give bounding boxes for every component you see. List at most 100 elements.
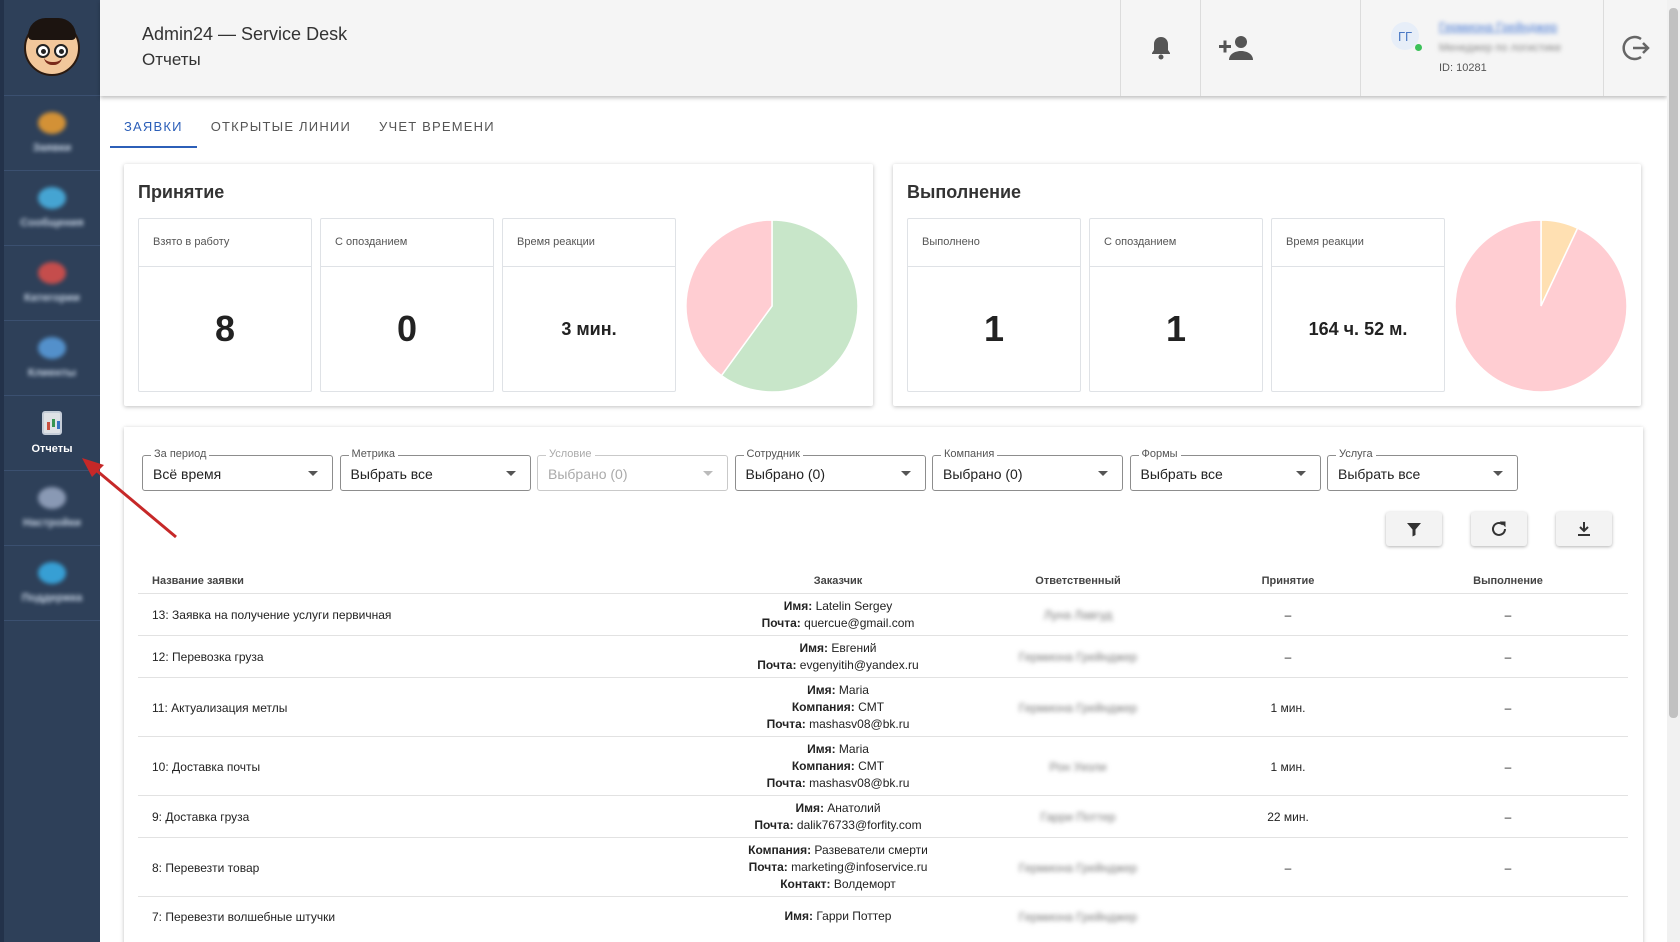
sidebar-item-label: Заявки bbox=[32, 142, 72, 154]
customer-field-key: Имя: bbox=[799, 641, 828, 655]
company-select[interactable]: Компания Выбрано (0) bbox=[932, 448, 1123, 491]
acceptance-time: – bbox=[1284, 650, 1292, 664]
customer-field-value: marketing@infoservice.ru bbox=[791, 860, 928, 874]
sidebar-item-support[interactable]: Поддержка bbox=[4, 546, 100, 621]
add-user-icon bbox=[1218, 36, 1253, 60]
col-header-customer[interactable]: Заказчик bbox=[668, 575, 1008, 587]
acceptance-time: – bbox=[1284, 860, 1292, 875]
user-profile[interactable]: ГГ Гермиона Грейнджер Менеджер по логист… bbox=[1360, 0, 1603, 96]
responsible-name: Гарри Поттер bbox=[1040, 810, 1116, 824]
caret-down-icon bbox=[505, 471, 516, 476]
tab-time-tracking[interactable]: УЧЕТ ВРЕМЕНИ bbox=[365, 112, 509, 148]
download-button[interactable] bbox=[1556, 512, 1612, 546]
tab-requests[interactable]: ЗАЯВКИ bbox=[110, 112, 197, 148]
app-logo[interactable] bbox=[4, 0, 100, 96]
scrollbar-thumb[interactable] bbox=[1669, 8, 1678, 718]
page-scrollbar[interactable] bbox=[1667, 0, 1680, 942]
stat-value: 164 ч. 52 м. bbox=[1308, 318, 1408, 339]
table-row[interactable]: 12: Перевозка груза Имя: Евгений Почта: ev… bbox=[138, 635, 1628, 677]
sidebar-item-label: Настройки bbox=[22, 517, 82, 529]
table-row[interactable]: 10: Доставка почты Имя: Maria Компания: CM… bbox=[138, 736, 1628, 795]
col-header-name[interactable]: Название заявки bbox=[152, 575, 244, 587]
stat-label: Время реакции bbox=[503, 219, 675, 267]
field-label: Метрика bbox=[348, 448, 399, 460]
responsible-name: Гермиона Грейнджер bbox=[1018, 650, 1138, 664]
stat-label: С опозданием bbox=[1090, 219, 1262, 267]
sidebar-item-category[interactable]: Категории bbox=[4, 246, 100, 321]
caret-down-icon bbox=[1098, 471, 1108, 476]
filter-button[interactable] bbox=[1386, 512, 1442, 546]
responsible-name: Луна Лавгуд bbox=[1043, 608, 1113, 622]
sidebar-item-label: Категории bbox=[24, 292, 80, 304]
col-header-acceptance[interactable]: Принятие bbox=[1238, 575, 1338, 587]
page-subtitle: Отчеты bbox=[142, 50, 201, 69]
table-row[interactable]: 13: Заявка на получение услуги первичная… bbox=[138, 593, 1628, 635]
bell-icon bbox=[1151, 37, 1170, 60]
online-status-dot bbox=[1415, 44, 1422, 51]
app-title: Admin24 — Service Desk bbox=[142, 24, 348, 44]
field-label: Формы bbox=[1138, 448, 1181, 460]
support-icon bbox=[38, 562, 66, 584]
field-value: Выбрать все bbox=[350, 466, 433, 482]
clients-icon bbox=[38, 337, 66, 359]
caret-down-icon bbox=[900, 471, 911, 476]
sidebar-item-label: Отчеты bbox=[31, 443, 73, 455]
request-name[interactable]: 13: Заявка на получение услуги первичная bbox=[152, 608, 391, 622]
tab-open-lines[interactable]: ОТКРЫТЫЕ ЛИНИИ bbox=[197, 112, 365, 148]
chat-icon bbox=[38, 187, 66, 209]
caret-down-icon bbox=[1493, 471, 1503, 476]
request-name[interactable]: 9: Доставка груза bbox=[152, 810, 249, 824]
forms-select[interactable]: Формы Выбрать все bbox=[1129, 448, 1321, 491]
service-select[interactable]: Услуга Выбрать все bbox=[1327, 448, 1518, 491]
stat-value: 1 bbox=[1165, 308, 1187, 349]
table-row[interactable]: 11: Актуализация метлы Имя: Maria Компания… bbox=[138, 677, 1628, 736]
field-label: Услуга bbox=[1336, 448, 1376, 460]
ticket-icon bbox=[38, 112, 66, 134]
logout-button[interactable] bbox=[1603, 0, 1667, 96]
customer-field-value: dalik76733@forfity.com bbox=[796, 818, 922, 832]
customer-field-value: CMT bbox=[858, 700, 885, 714]
sidebar-item-clients[interactable]: Клиенты bbox=[4, 321, 100, 396]
field-label: Компания bbox=[941, 448, 998, 460]
request-name[interactable]: 11: Актуализация метлы bbox=[152, 701, 287, 715]
customer-field-key: Имя: bbox=[807, 683, 836, 697]
sidebar-item-ticket[interactable]: Заявки bbox=[4, 96, 100, 171]
user-name-link[interactable]: Гермиона Грейнджер bbox=[1439, 20, 1557, 34]
field-value: Выбрано (0) bbox=[943, 466, 1023, 482]
col-header-responsible[interactable]: Ответственный bbox=[988, 575, 1168, 587]
table-row[interactable]: 9: Доставка груза Имя: Анатолий Почта: dal… bbox=[138, 795, 1628, 837]
acceptance-time: 1 мин. bbox=[1270, 759, 1306, 774]
request-name[interactable]: 10: Доставка почты bbox=[152, 760, 260, 774]
field-label: Условие bbox=[546, 448, 595, 460]
request-name[interactable]: 7: Перевезти волшебные штучки bbox=[152, 910, 335, 924]
customer-field-key: Почта: bbox=[754, 818, 794, 832]
request-name[interactable]: 12: Перевозка груза bbox=[152, 650, 264, 664]
metric-select[interactable]: Метрика Выбрать все bbox=[339, 448, 531, 491]
stat-late: С опозданием 0 bbox=[320, 218, 494, 392]
condition-select: Условие Выбрано (0) bbox=[537, 448, 728, 491]
col-header-execution[interactable]: Выполнение bbox=[1458, 575, 1558, 587]
customer-field-value: Волдеморт bbox=[833, 877, 896, 891]
stat-label: Взято в работу bbox=[139, 219, 311, 267]
stat-value: 3 мин. bbox=[561, 318, 617, 339]
customer-field-key: Имя: bbox=[795, 801, 824, 815]
acceptance-title: Принятие bbox=[138, 182, 225, 202]
acceptance-time: 1 мин. bbox=[1270, 700, 1306, 715]
customer-field-value: Latelin Sergey bbox=[815, 599, 893, 613]
employee-select[interactable]: Сотрудник Выбрано (0) bbox=[734, 448, 926, 491]
sidebar-item-chat[interactable]: Сообщения bbox=[4, 171, 100, 246]
request-name[interactable]: 8: Перевезти товар bbox=[152, 861, 259, 875]
sidebar-item-label: Клиенты bbox=[27, 367, 76, 379]
stat-label: Выполнено bbox=[908, 219, 1080, 267]
top-header: Admin24 — Service Desk Отчеты ГГ Гермион… bbox=[100, 0, 1667, 96]
table-row[interactable]: 8: Перевезти товар Компания: Развеватели … bbox=[138, 837, 1628, 896]
execution-time: – bbox=[1504, 700, 1512, 715]
notifications-button[interactable] bbox=[1120, 0, 1200, 96]
customer-field-value: CMT bbox=[858, 759, 885, 773]
refresh-button[interactable] bbox=[1471, 512, 1527, 546]
pie-slice[interactable] bbox=[1455, 220, 1627, 392]
customer-field-key: Почта: bbox=[766, 776, 806, 790]
customer-field-value: mashasv08@bk.ru bbox=[809, 776, 910, 790]
table-row[interactable]: 7: Перевезти волшебные штучки Имя: Гарри … bbox=[138, 896, 1628, 935]
add-user-button[interactable] bbox=[1200, 0, 1270, 96]
